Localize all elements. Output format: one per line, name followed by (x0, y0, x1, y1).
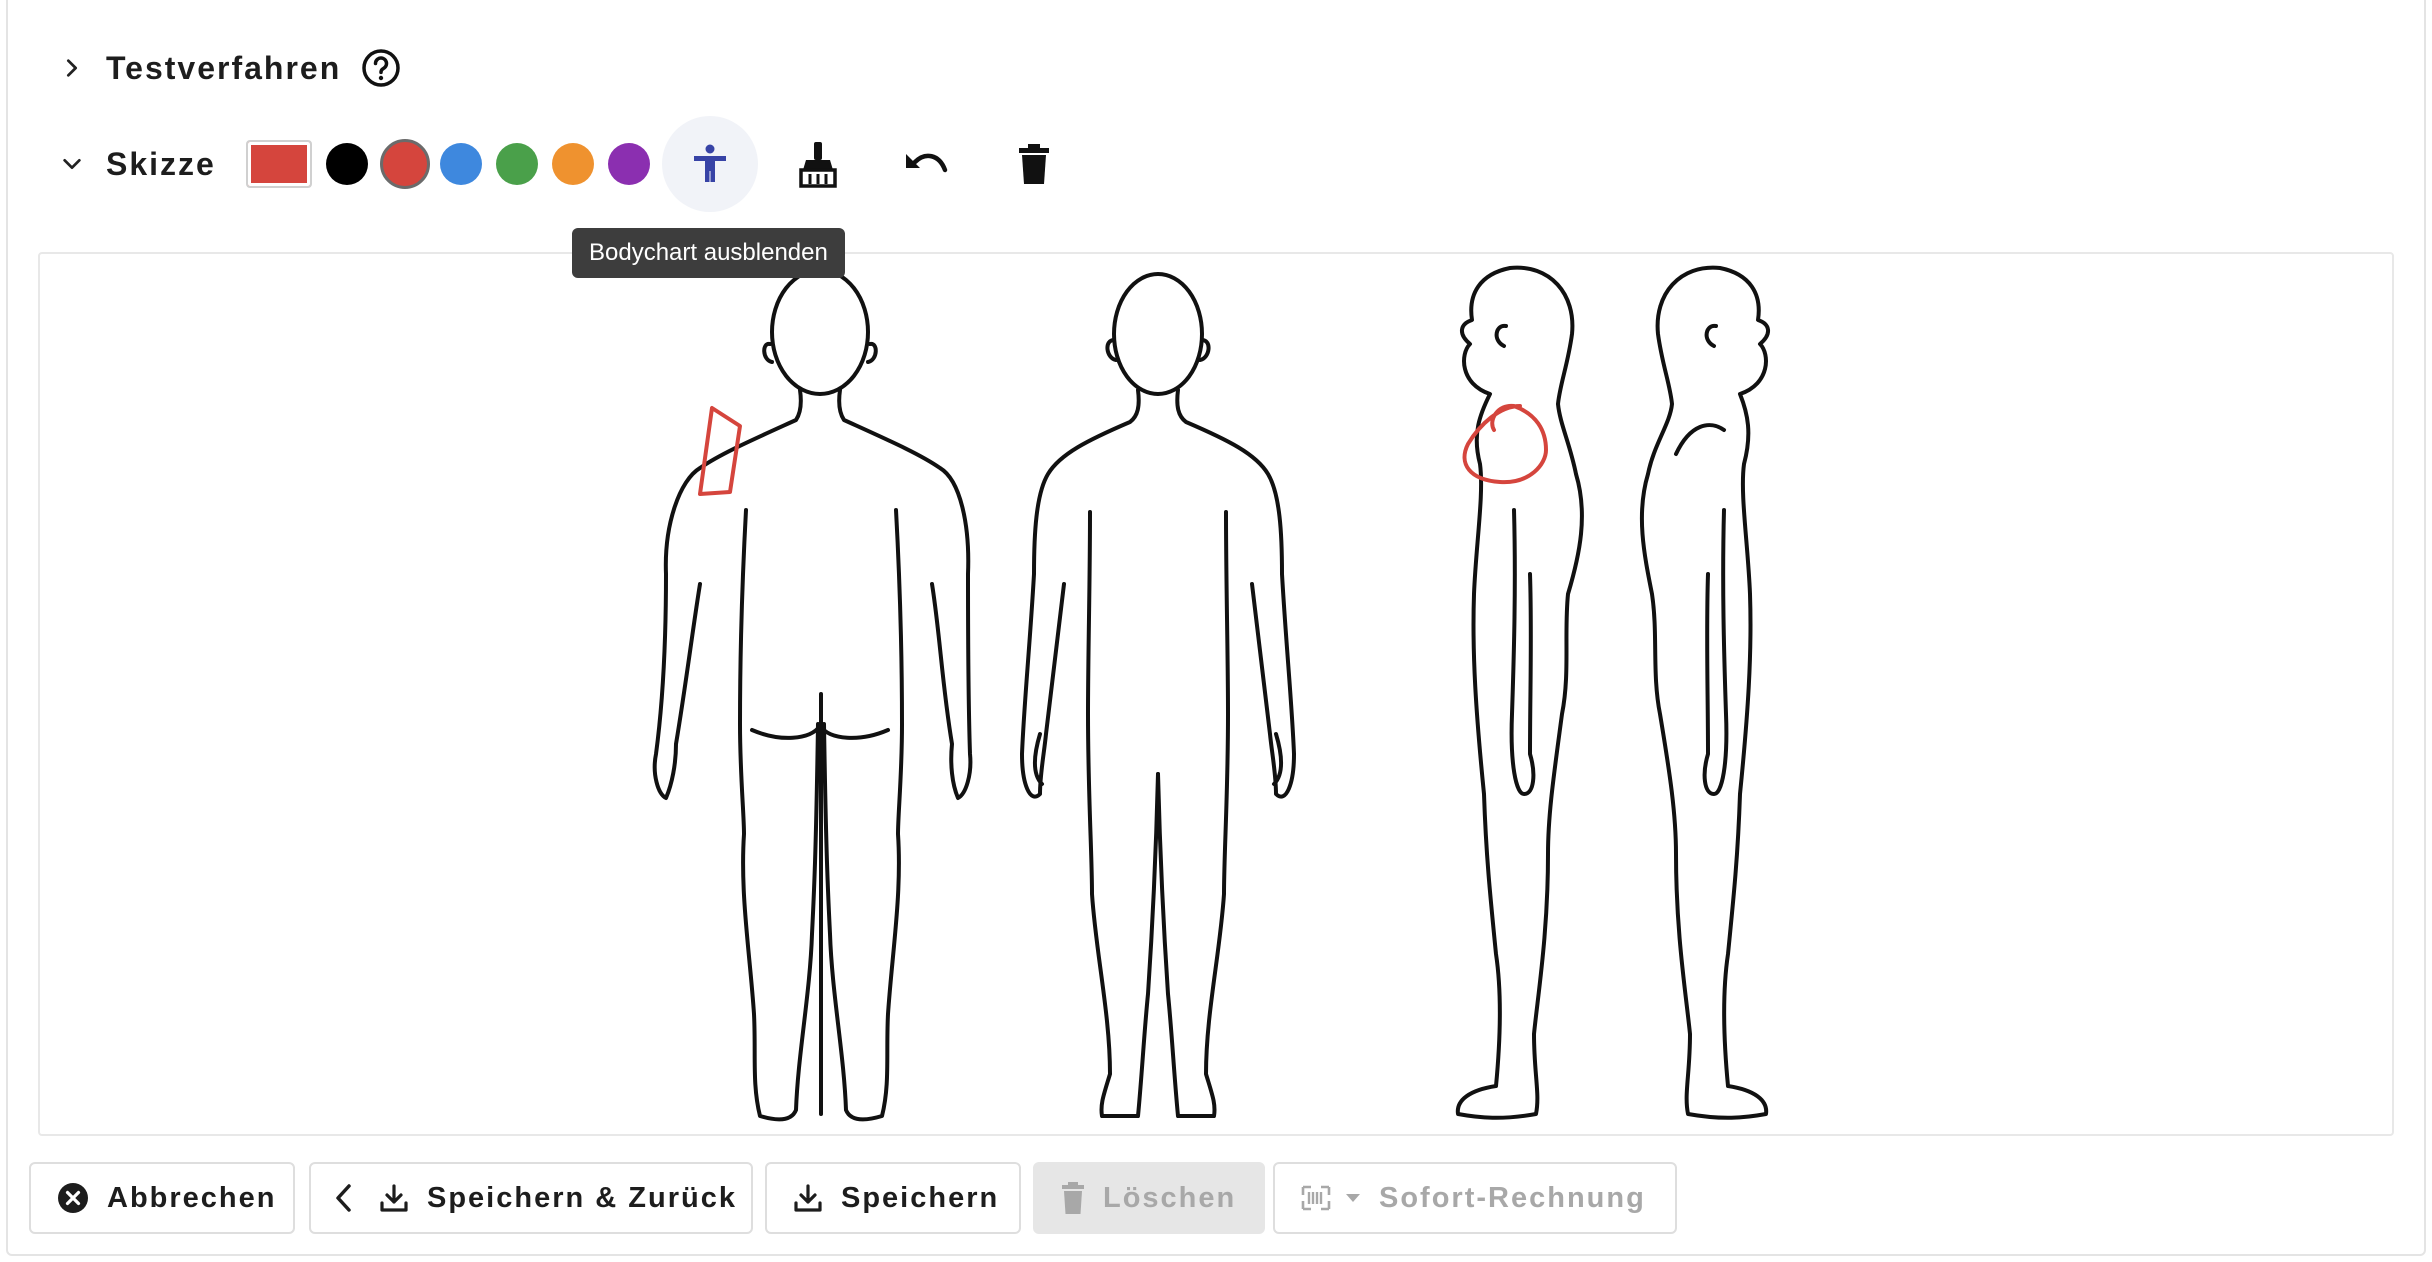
skizze-toolbar: Skizze (56, 116, 1082, 212)
testverfahren-header[interactable]: Testverfahren (56, 48, 401, 88)
skizze-title: Skizze (106, 145, 216, 182)
bodychart-side-view-left (1455, 265, 1584, 1120)
save-and-back-button[interactable]: Speichern & Zurück (309, 1162, 753, 1234)
undo-icon (905, 153, 948, 173)
testverfahren-title: Testverfahren (106, 49, 342, 86)
delete-label: Löschen (1103, 1181, 1237, 1214)
cancel-label: Abbrechen (107, 1181, 277, 1214)
download-icon (380, 1184, 408, 1212)
chevron-left-icon (336, 1184, 351, 1212)
undo-button[interactable] (878, 116, 974, 212)
chevron-down-icon[interactable] (56, 148, 88, 180)
brush-button[interactable] (770, 116, 866, 212)
clear-canvas-button[interactable] (986, 116, 1082, 212)
color-blue[interactable] (439, 143, 482, 185)
save-and-back-label: Speichern & Zurück (427, 1181, 737, 1214)
trash-icon (1062, 1182, 1084, 1214)
brush-icon (799, 142, 837, 188)
cancel-button[interactable]: Abbrechen (29, 1162, 295, 1234)
color-green[interactable] (495, 143, 538, 185)
barcode-icon (1301, 1185, 1331, 1211)
caret-down-icon (1346, 1194, 1360, 1202)
bodychart-toggle-button[interactable] (661, 116, 758, 212)
sketch-annotations (698, 403, 1548, 496)
trash-icon (1018, 144, 1049, 184)
sketch-canvas[interactable] (38, 252, 2394, 1136)
bodychart-front-view (1020, 272, 1296, 1118)
instant-invoice-label: Sofort-Rechnung (1379, 1181, 1646, 1214)
download-icon (794, 1184, 822, 1212)
save-button[interactable]: Speichern (765, 1162, 1021, 1234)
instant-invoice-button[interactable]: Sofort-Rechnung (1273, 1162, 1677, 1234)
cancel-circle-icon (58, 1183, 88, 1213)
color-purple[interactable] (607, 143, 650, 185)
bodychart-tooltip: Bodychart ausblenden (572, 228, 845, 278)
help-circle-icon[interactable] (361, 48, 401, 88)
delete-button[interactable]: Löschen (1033, 1162, 1265, 1234)
bodychart-side-view-right (1639, 265, 1770, 1120)
color-black[interactable] (325, 143, 368, 185)
save-label: Speichern (841, 1181, 1000, 1214)
chevron-right-icon[interactable] (56, 52, 88, 84)
accessibility-icon (693, 144, 726, 182)
color-red[interactable] (379, 139, 430, 189)
color-orange[interactable] (551, 143, 594, 185)
bodychart-back-view (652, 268, 973, 1122)
bodychart-drawing (652, 265, 1770, 1122)
current-color-swatch[interactable] (245, 140, 312, 188)
